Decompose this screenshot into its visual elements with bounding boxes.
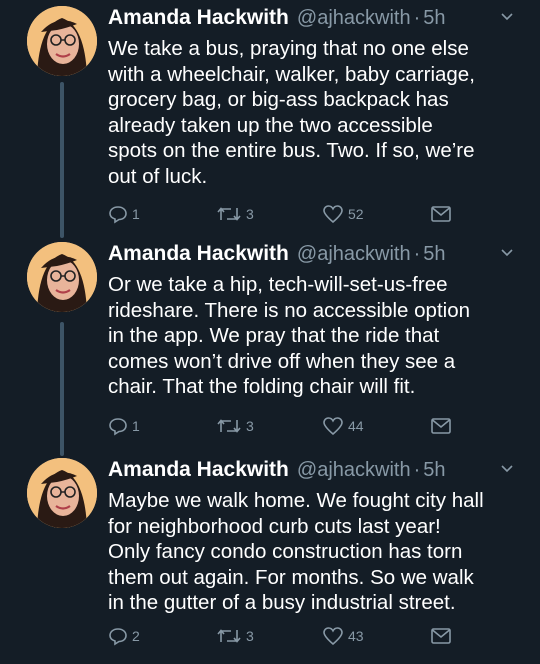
like-button[interactable]: 44 (322, 416, 364, 436)
avatar[interactable] (27, 242, 97, 312)
like-button[interactable]: 43 (322, 626, 364, 646)
retweet-button[interactable]: 3 (216, 204, 254, 224)
tweet-text-line: with a wheelchair, walker, baby carriage… (108, 62, 475, 86)
reply-icon (109, 206, 127, 224)
tweet-text: Maybe we walk home. We fought city hall … (108, 488, 528, 616)
reply-count: 1 (132, 418, 140, 434)
tweet-text-line: We take a bus, praying that no one else (108, 37, 469, 60)
retweet-icon (217, 629, 241, 643)
tweet-text-line: them out again. For months. So we walk (108, 565, 474, 589)
retweet-count: 3 (246, 418, 254, 434)
user-handle[interactable]: @ajhackwith (297, 459, 411, 482)
heart-icon (323, 205, 343, 224)
retweet-count: 3 (246, 206, 254, 222)
retweet-button[interactable]: 3 (216, 626, 254, 646)
timestamp[interactable]: 5h (423, 243, 445, 266)
avatar[interactable] (27, 6, 97, 76)
direct-message-button[interactable] (430, 626, 452, 646)
tweet-text-line: Only fancy condo construction has torn (108, 540, 463, 563)
avatar-image (27, 6, 97, 76)
tweet[interactable]: Amanda Hackwith @ajhackwith · 5h Or we t… (0, 242, 540, 454)
separator-dot: · (413, 243, 421, 265)
user-handle[interactable]: @ajhackwith (297, 7, 411, 30)
tweet-header: Amanda Hackwith @ajhackwith · 5h (108, 458, 500, 488)
mail-icon (431, 206, 451, 222)
reply-button[interactable]: 2 (108, 626, 140, 646)
tweet[interactable]: Amanda Hackwith @ajhackwith · 5h Maybe w… (0, 458, 540, 662)
mail-icon (431, 418, 451, 434)
chevron-down-icon[interactable] (500, 10, 514, 24)
user-handle[interactable]: @ajhackwith (297, 243, 411, 266)
heart-icon (323, 627, 343, 646)
tweet[interactable]: Amanda Hackwith @ajhackwith · 5h We take… (0, 6, 540, 236)
reply-count: 1 (132, 206, 140, 222)
tweet-text: Or we take a hip, tech-will-set-us-free … (108, 272, 528, 400)
action-bar: 1 3 52 (108, 204, 528, 232)
retweet-icon (217, 207, 241, 221)
direct-message-button[interactable] (430, 204, 452, 224)
tweet-text-line: chair. That the folding chair will fit. (108, 375, 416, 398)
avatar-image (27, 242, 97, 312)
tweet-header: Amanda Hackwith @ajhackwith · 5h (108, 6, 500, 36)
tweet-text-line: already taken up the two accessible (108, 113, 433, 137)
avatar-image (27, 458, 97, 528)
retweet-button[interactable]: 3 (216, 416, 254, 436)
reply-count: 2 (132, 628, 140, 644)
tweet-text-line: grocery bag, or big-ass backpack has (108, 88, 449, 111)
display-name[interactable]: Amanda Hackwith (108, 458, 289, 482)
like-count: 43 (348, 628, 364, 644)
retweet-count: 3 (246, 628, 254, 644)
tweet-text-line: rideshare. There is no accessible option (108, 298, 470, 322)
separator-dot: · (413, 7, 421, 29)
display-name[interactable]: Amanda Hackwith (108, 6, 289, 30)
reply-icon (109, 628, 127, 646)
reply-button[interactable]: 1 (108, 416, 140, 436)
direct-message-button[interactable] (430, 416, 452, 436)
reply-button[interactable]: 1 (108, 204, 140, 224)
tweet-text-line: in the gutter of a busy industrial stree… (108, 591, 456, 614)
tweet-text-line: Maybe we walk home. We fought city hall (108, 489, 484, 512)
action-bar: 2 3 43 (108, 626, 528, 654)
reply-icon (109, 418, 127, 436)
timestamp[interactable]: 5h (423, 7, 445, 30)
tweet-text-line: comes won’t drive off when they see a (108, 349, 456, 373)
like-button[interactable]: 52 (322, 204, 364, 224)
tweet-text-line: out of luck. (108, 164, 208, 188)
mail-icon (431, 628, 451, 644)
chevron-down-icon[interactable] (500, 246, 514, 260)
like-count: 44 (348, 418, 364, 434)
retweet-icon (217, 419, 241, 433)
tweet-header: Amanda Hackwith @ajhackwith · 5h (108, 242, 500, 272)
tweet-text: We take a bus, praying that no one else … (108, 36, 528, 189)
chevron-down-icon[interactable] (500, 462, 514, 476)
action-bar: 1 3 44 (108, 416, 528, 444)
timestamp[interactable]: 5h (423, 459, 445, 482)
tweet-text-line: spots on the entire bus. Two. If so, we’… (108, 139, 475, 162)
avatar[interactable] (27, 458, 97, 528)
tweet-text-line: for neighborhood curb cuts last year! (108, 514, 441, 538)
display-name[interactable]: Amanda Hackwith (108, 242, 289, 266)
tweet-text-line: Or we take a hip, tech-will-set-us-free (108, 273, 448, 296)
separator-dot: · (413, 459, 421, 481)
tweet-text-line: in the app. We pray that the ride that (108, 324, 440, 347)
like-count: 52 (348, 206, 364, 222)
heart-icon (323, 417, 343, 436)
